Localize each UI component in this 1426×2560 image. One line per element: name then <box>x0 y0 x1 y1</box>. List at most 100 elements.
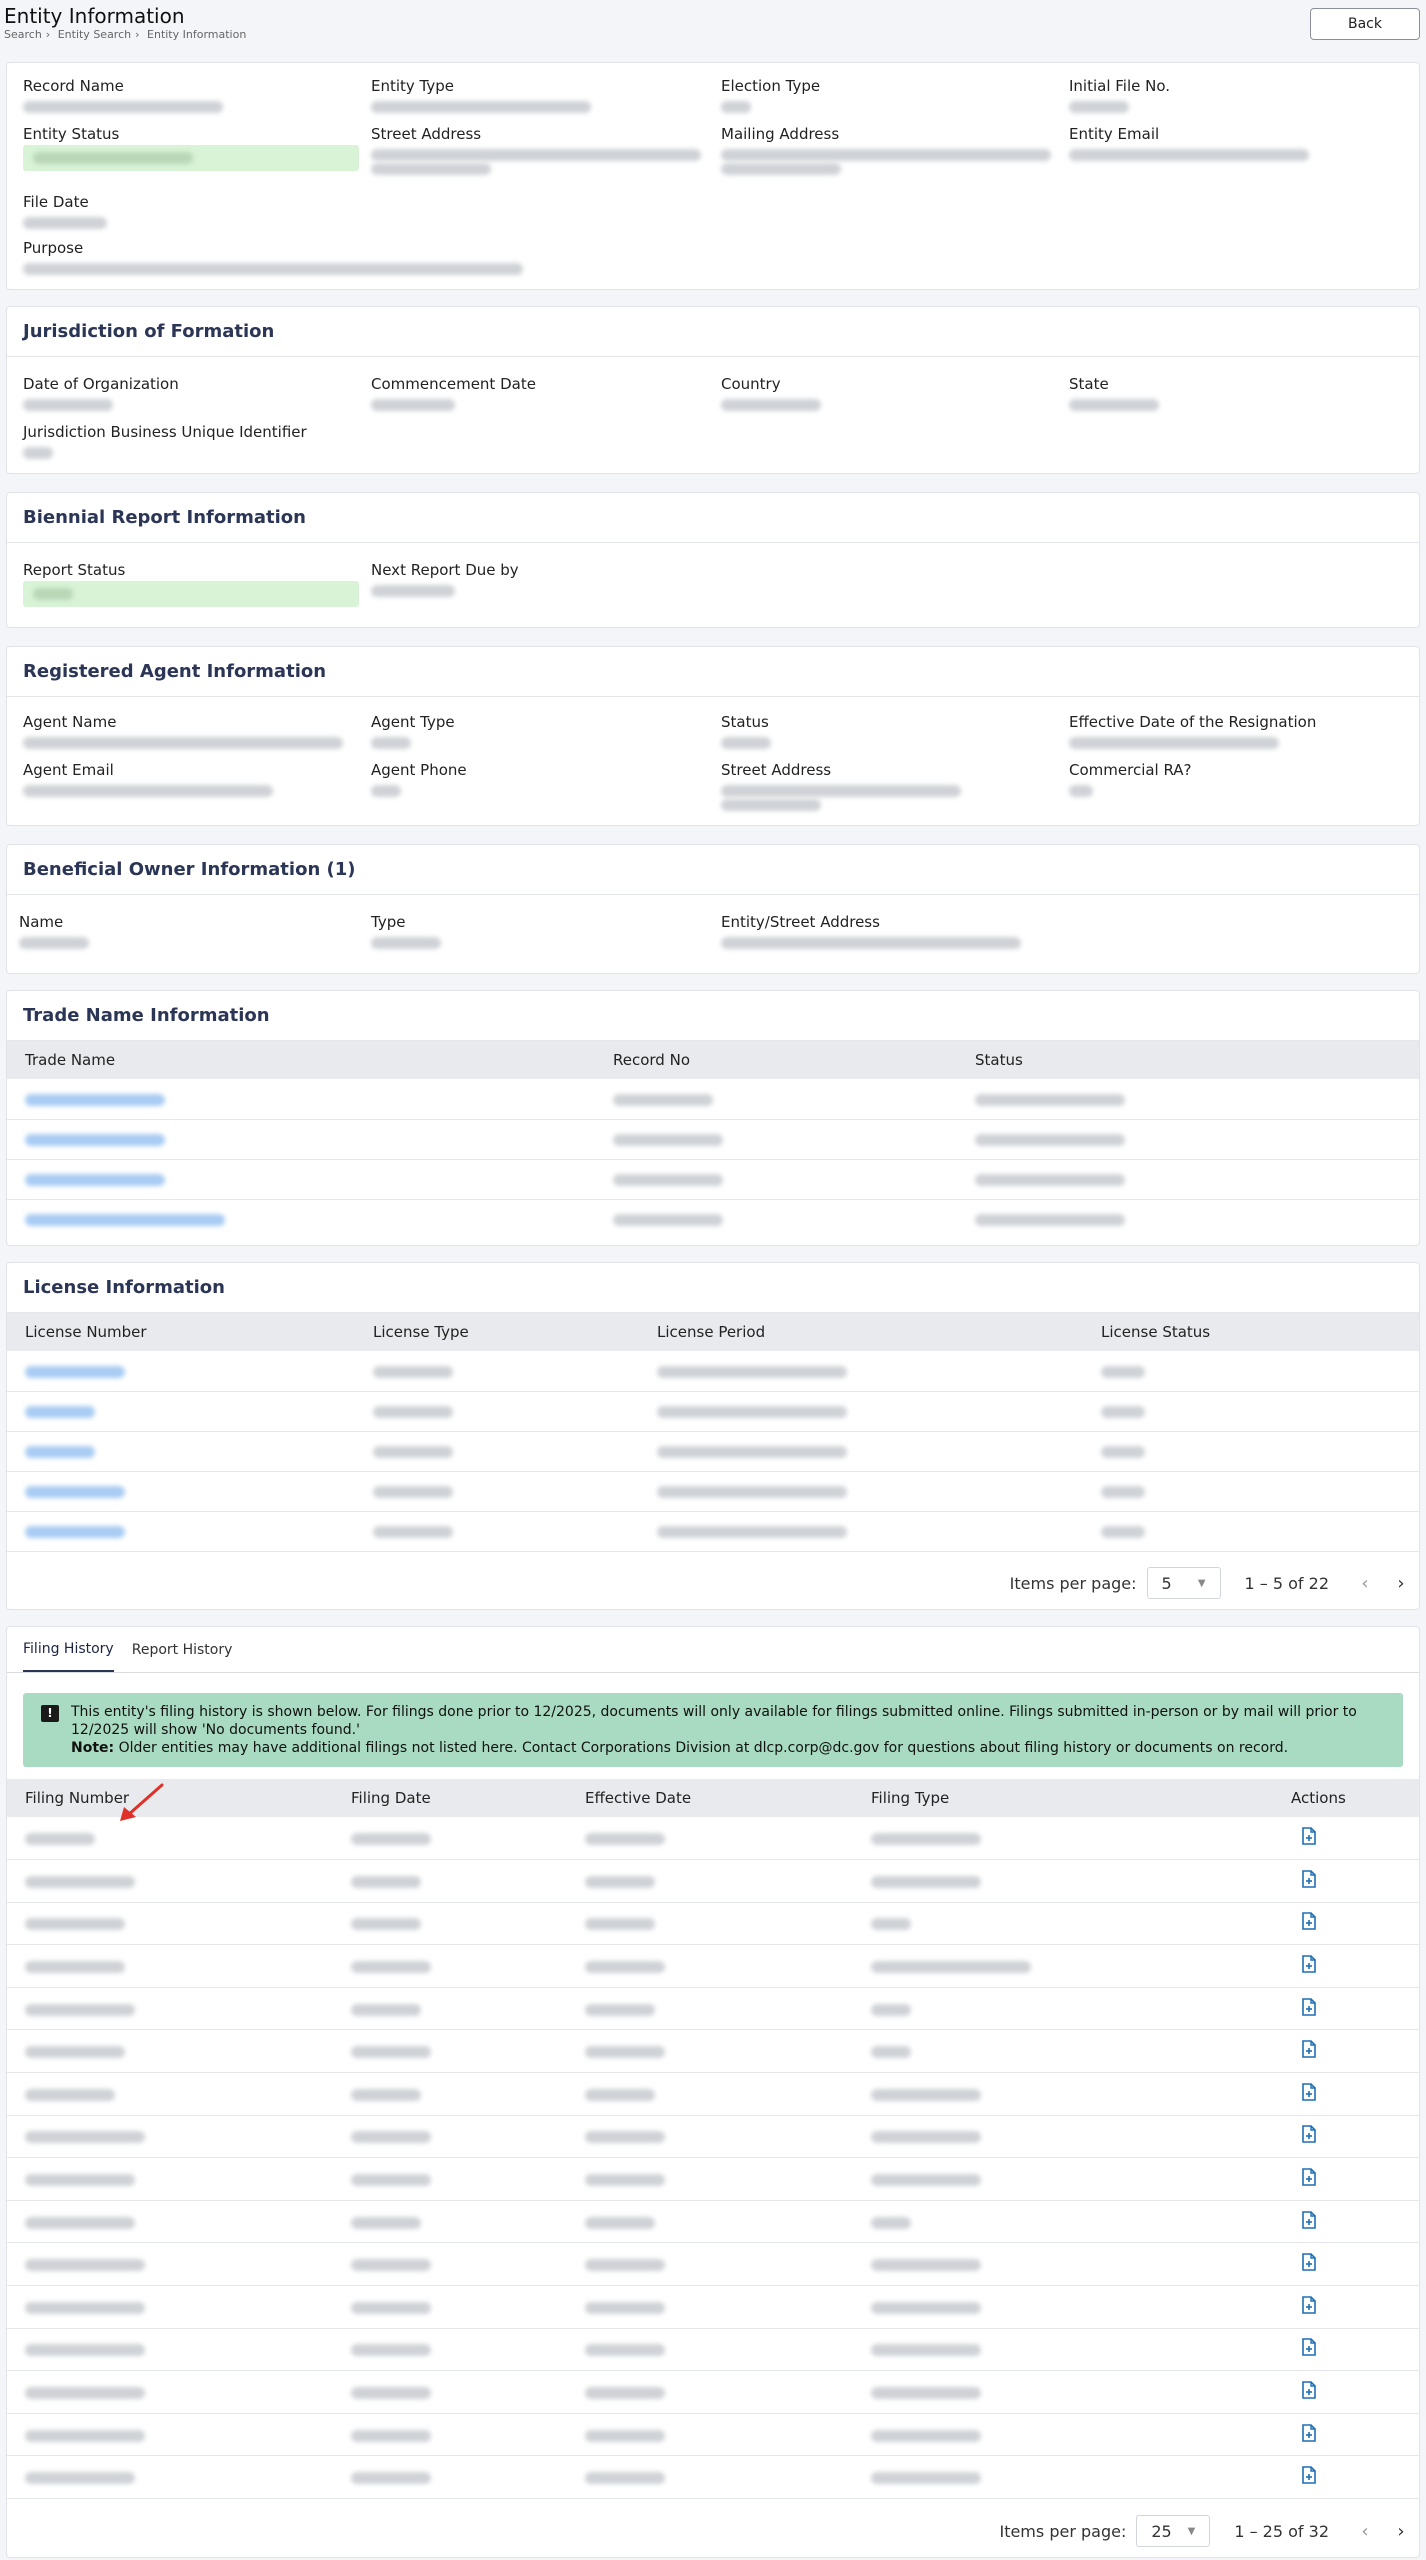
table-cell <box>355 1471 639 1512</box>
redacted-link[interactable] <box>25 1446 95 1458</box>
redacted-link[interactable] <box>25 1093 165 1106</box>
table-cell <box>853 1902 1273 1946</box>
column-header[interactable]: Filing Date <box>333 1779 567 1817</box>
document-icon[interactable] <box>1301 2338 1317 2357</box>
redacted-value <box>585 2387 665 2400</box>
redacted-value <box>975 1174 1125 1186</box>
actions-cell <box>1273 2200 1419 2244</box>
redacted-value <box>871 1875 981 1888</box>
table-cell <box>7 1902 333 1946</box>
column-header[interactable]: Record No <box>595 1041 957 1079</box>
entity-email-field: Entity Email <box>1069 125 1309 165</box>
redacted-value <box>23 101 223 113</box>
redacted-link[interactable] <box>25 1526 125 1538</box>
table-row <box>7 2370 1419 2414</box>
document-icon[interactable] <box>1301 1827 1317 1845</box>
redacted-value <box>1069 399 1159 411</box>
table-cell <box>567 2072 853 2116</box>
column-header[interactable]: Filing Number <box>7 1779 333 1817</box>
table-cell <box>595 1079 957 1120</box>
tab-report-history[interactable]: Report History <box>132 1627 233 1672</box>
document-icon[interactable] <box>1301 2423 1317 2442</box>
caret-down-icon: ▼ <box>1187 2525 1196 2537</box>
column-header[interactable]: Trade Name <box>7 1041 595 1079</box>
breadcrumb-separator: › <box>45 28 51 41</box>
document-icon[interactable] <box>1301 2083 1317 2101</box>
state-field: State <box>1069 375 1159 415</box>
redacted-value <box>1101 1406 1145 1418</box>
items-per-page-select[interactable]: 25 ▼ <box>1136 2515 1211 2547</box>
table-cell <box>853 2328 1273 2372</box>
document-icon[interactable] <box>1301 2168 1317 2186</box>
table-cell <box>333 2200 567 2244</box>
breadcrumb-search[interactable]: Search <box>4 28 42 41</box>
caret-down-icon: ▼ <box>1197 1577 1206 1589</box>
redacted-value <box>23 263 523 275</box>
redacted-link[interactable] <box>25 1486 125 1498</box>
prev-page-chevron-icon[interactable]: ‹ <box>1347 1573 1383 1594</box>
redacted-value <box>585 2429 665 2442</box>
column-header[interactable]: Status <box>957 1041 1419 1079</box>
table-header-row: Filing Number Filing Date Effective Date… <box>7 1779 1419 1817</box>
redacted-value <box>25 1875 135 1888</box>
prev-page-chevron-icon[interactable]: ‹ <box>1347 2521 1383 2542</box>
table-row <box>7 1431 1419 1472</box>
document-icon[interactable] <box>1301 1870 1317 1888</box>
column-header[interactable]: Actions <box>1273 1779 1419 1817</box>
document-icon[interactable] <box>1301 2381 1317 2399</box>
redacted-value <box>721 799 821 811</box>
table-cell <box>355 1351 639 1392</box>
back-button[interactable]: Back <box>1310 8 1420 40</box>
table-cell <box>853 1944 1273 1988</box>
next-page-chevron-icon[interactable]: › <box>1383 2521 1419 2542</box>
table-cell <box>595 1119 957 1160</box>
items-per-page-select[interactable]: 5 ▼ <box>1146 1567 1221 1599</box>
redacted-value <box>351 2046 431 2059</box>
redacted-value <box>25 2131 145 2144</box>
column-header[interactable]: License Period <box>639 1313 1083 1351</box>
document-icon[interactable] <box>1301 1912 1317 1931</box>
breadcrumb-entity-search[interactable]: Entity Search <box>58 28 131 41</box>
document-icon[interactable] <box>1301 2125 1317 2144</box>
column-header[interactable]: License Status <box>1083 1313 1419 1351</box>
table-cell <box>333 2370 567 2414</box>
tab-filing-history[interactable]: Filing History <box>23 1627 114 1672</box>
redacted-value <box>25 1833 95 1846</box>
table-row <box>7 2413 1419 2457</box>
table-cell <box>567 2370 853 2414</box>
actions-cell <box>1273 2029 1419 2074</box>
table-cell <box>355 1431 639 1472</box>
redacted-link[interactable] <box>25 1134 165 1146</box>
column-header[interactable]: License Number <box>7 1313 355 1351</box>
table-cell <box>333 1902 567 1946</box>
document-icon[interactable] <box>1301 2210 1317 2229</box>
redacted-value <box>351 2259 431 2272</box>
table-cell <box>957 1199 1419 1239</box>
document-icon[interactable] <box>1301 1955 1317 1973</box>
document-icon[interactable] <box>1301 2040 1317 2059</box>
table-cell <box>853 2029 1273 2074</box>
redacted-value <box>25 2472 135 2485</box>
redacted-value <box>25 1961 125 1974</box>
redacted-value <box>371 163 491 175</box>
redacted-link[interactable] <box>25 1406 95 1418</box>
redacted-link[interactable] <box>25 1214 225 1227</box>
column-header[interactable]: Filing Type <box>853 1779 1273 1817</box>
table-row <box>7 2115 1419 2159</box>
document-icon[interactable] <box>1301 2296 1317 2314</box>
table-header-row: License Number License Type License Peri… <box>7 1313 1419 1351</box>
column-header[interactable]: Effective Date <box>567 1779 853 1817</box>
date-of-organization-field: Date of Organization <box>23 375 179 415</box>
license-card: License Information License Number Licen… <box>6 1262 1420 1610</box>
redacted-link[interactable] <box>25 1174 165 1186</box>
resignation-date-field: Effective Date of the Resignation <box>1069 713 1316 753</box>
red-arrow-annotation-icon <box>120 1783 164 1821</box>
redacted-link[interactable] <box>25 1365 125 1378</box>
document-icon[interactable] <box>1301 2253 1317 2272</box>
document-icon[interactable] <box>1301 1997 1317 2016</box>
registered-agent-card: Registered Agent Information Agent Name … <box>6 646 1420 826</box>
table-cell <box>957 1119 1419 1160</box>
next-page-chevron-icon[interactable]: › <box>1383 1573 1419 1594</box>
column-header[interactable]: License Type <box>355 1313 639 1351</box>
document-icon[interactable] <box>1301 2466 1317 2485</box>
